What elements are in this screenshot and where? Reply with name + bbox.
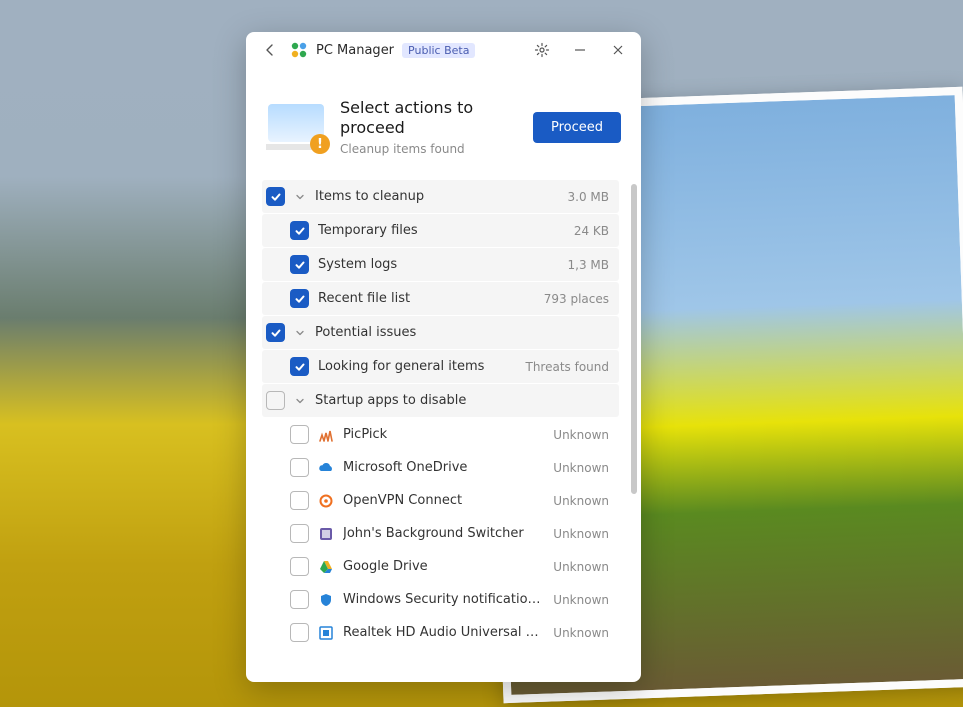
chevron-down-icon xyxy=(294,327,306,339)
item-label: John's Background Switcher xyxy=(343,526,524,541)
minimize-button[interactable] xyxy=(565,38,595,62)
beta-badge: Public Beta xyxy=(402,43,475,58)
list-item[interactable]: Realtek HD Audio Universal Se... Unknown xyxy=(262,616,619,649)
group-row[interactable]: Startup apps to disable xyxy=(262,384,619,417)
list-item[interactable]: System logs 1,3 MB xyxy=(262,248,619,281)
jbs-icon xyxy=(318,526,334,542)
list-item[interactable]: PicPick Unknown xyxy=(262,418,619,451)
close-button[interactable] xyxy=(603,38,633,62)
item-meta: Threats found xyxy=(525,360,609,374)
group-label: Items to cleanup xyxy=(315,189,424,204)
checkbox[interactable] xyxy=(290,458,309,477)
checkbox[interactable] xyxy=(290,289,309,308)
item-label: OpenVPN Connect xyxy=(343,493,462,508)
app-logo-icon xyxy=(290,41,308,59)
list-item[interactable]: OpenVPN Connect Unknown xyxy=(262,484,619,517)
chevron-down-icon xyxy=(294,191,306,203)
item-meta: Unknown xyxy=(553,461,609,475)
page-title: Select actions to proceed xyxy=(340,98,519,138)
titlebar: PC Manager Public Beta xyxy=(246,32,641,68)
item-meta: Unknown xyxy=(553,428,609,442)
shield-icon xyxy=(318,592,334,608)
proceed-button[interactable]: Proceed xyxy=(533,112,621,143)
page-subtitle: Cleanup items found xyxy=(340,142,519,156)
checkbox[interactable] xyxy=(290,524,309,543)
item-label: Looking for general items xyxy=(318,359,484,374)
chevron-down-icon xyxy=(294,395,306,407)
item-label: System logs xyxy=(318,257,397,272)
group-label: Startup apps to disable xyxy=(315,393,466,408)
item-meta: 24 KB xyxy=(574,224,609,238)
onedrive-icon xyxy=(318,460,334,476)
realtek-icon xyxy=(318,625,334,641)
checkbox[interactable] xyxy=(290,623,309,642)
item-label: PicPick xyxy=(343,427,387,442)
group-row[interactable]: Potential issues xyxy=(262,316,619,349)
cleanup-list: Items to cleanup 3.0 MB Temporary files … xyxy=(246,180,641,682)
back-button[interactable] xyxy=(258,38,282,62)
item-meta: Unknown xyxy=(553,527,609,541)
list-item[interactable]: Looking for general items Threats found xyxy=(262,350,619,383)
item-meta: 793 places xyxy=(544,292,609,306)
list-item[interactable]: Temporary files 24 KB xyxy=(262,214,619,247)
checkbox[interactable] xyxy=(290,557,309,576)
item-meta: Unknown xyxy=(553,626,609,640)
picpick-icon xyxy=(318,427,334,443)
item-label: Recent file list xyxy=(318,291,410,306)
settings-button[interactable] xyxy=(527,38,557,62)
list-item[interactable]: Recent file list 793 places xyxy=(262,282,619,315)
pc-status-icon: ! xyxy=(266,104,326,150)
item-label: Windows Security notification ... xyxy=(343,592,544,607)
openvpn-icon xyxy=(318,493,334,509)
gdrive-icon xyxy=(318,559,334,575)
header-section: ! Select actions to proceed Cleanup item… xyxy=(246,68,641,180)
list-item[interactable]: Windows Security notification ... Unknow… xyxy=(262,583,619,616)
checkbox[interactable] xyxy=(290,590,309,609)
item-meta: 1,3 MB xyxy=(568,258,609,272)
checkbox[interactable] xyxy=(266,323,285,342)
item-meta: Unknown xyxy=(553,494,609,508)
checkbox[interactable] xyxy=(290,491,309,510)
scrollbar[interactable] xyxy=(631,184,637,494)
checkbox[interactable] xyxy=(290,221,309,240)
checkbox[interactable] xyxy=(290,357,309,376)
group-row[interactable]: Items to cleanup 3.0 MB xyxy=(262,180,619,213)
item-meta: Unknown xyxy=(553,593,609,607)
item-label: Google Drive xyxy=(343,559,428,574)
app-name: PC Manager xyxy=(316,43,394,58)
group-meta: 3.0 MB xyxy=(568,190,609,204)
item-meta: Unknown xyxy=(553,560,609,574)
item-label: Realtek HD Audio Universal Se... xyxy=(343,625,544,640)
list-item[interactable]: John's Background Switcher Unknown xyxy=(262,517,619,550)
group-label: Potential issues xyxy=(315,325,416,340)
app-window: PC Manager Public Beta ! Select actions … xyxy=(246,32,641,682)
list-item[interactable]: Microsoft OneDrive Unknown xyxy=(262,451,619,484)
checkbox[interactable] xyxy=(290,255,309,274)
list-item[interactable]: Google Drive Unknown xyxy=(262,550,619,583)
item-label: Microsoft OneDrive xyxy=(343,460,467,475)
item-label: Temporary files xyxy=(318,223,418,238)
checkbox[interactable] xyxy=(266,187,285,206)
checkbox[interactable] xyxy=(266,391,285,410)
checkbox[interactable] xyxy=(290,425,309,444)
